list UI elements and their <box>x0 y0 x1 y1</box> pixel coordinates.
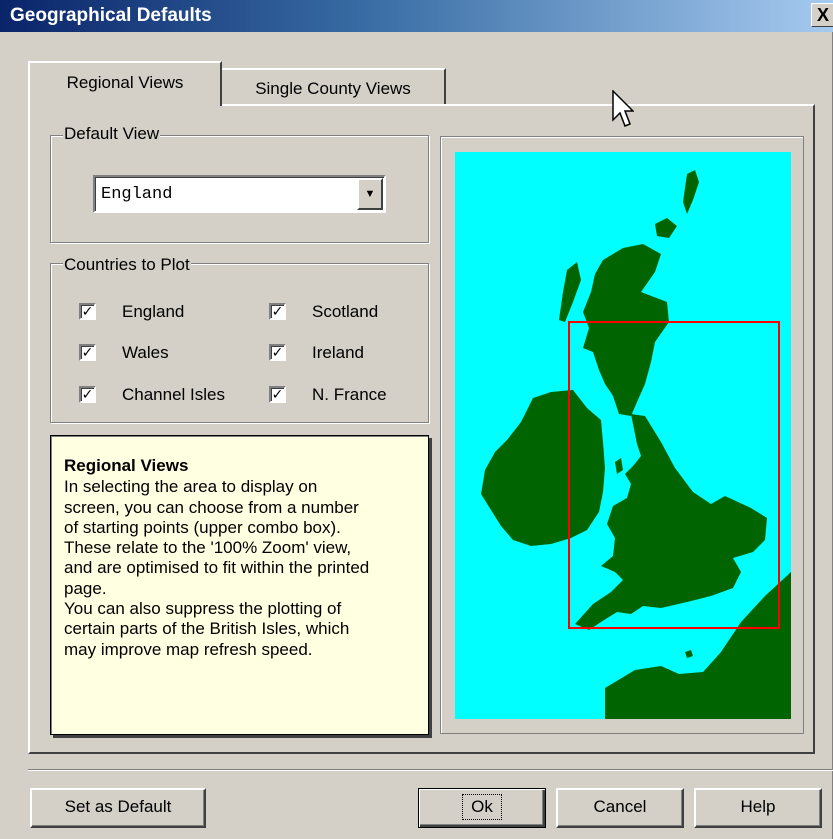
help-panel: Regional Views In selecting the area to … <box>50 435 429 735</box>
title-bar: Geographical Defaults X <box>0 0 833 32</box>
countries-group-label: Countries to Plot <box>63 255 191 274</box>
cancel-button[interactable]: Cancel <box>556 788 684 828</box>
checkbox-ireland[interactable]: ✓ <box>269 344 286 361</box>
close-button[interactable]: X <box>811 3 833 27</box>
help-line: These relate to the '100% Zoom' view, <box>64 538 352 558</box>
british-isles-map <box>481 170 791 719</box>
help-line: screen, you can choose from a number <box>64 497 359 517</box>
checkbox-label-england: England <box>122 302 185 321</box>
help-heading: Regional Views <box>64 456 189 475</box>
help-label: Help <box>740 797 776 816</box>
help-line: certain parts of the British Isles, whic… <box>64 619 350 639</box>
map-canvas[interactable] <box>455 152 791 719</box>
tab-single-county-views[interactable]: Single County Views <box>220 68 446 106</box>
channel-isles <box>685 650 693 658</box>
help-line: You can also suppress the plotting of <box>64 599 342 619</box>
dropdown-button[interactable]: ▼ <box>357 178 383 210</box>
button-separator <box>28 769 833 771</box>
ok-button[interactable]: Ok <box>418 788 546 828</box>
checkbox-label-wales: Wales <box>122 343 169 362</box>
ireland <box>481 390 605 546</box>
help-button[interactable]: Help <box>694 788 822 828</box>
checkbox-england[interactable]: ✓ <box>79 303 96 320</box>
help-line: of starting points (upper combo box). <box>64 517 341 537</box>
mouse-cursor-icon <box>612 89 635 135</box>
checkbox-label-channel-isles: Channel Isles <box>122 385 226 404</box>
shetland-islands <box>683 170 699 214</box>
help-line: may improve map refresh speed. <box>64 639 313 659</box>
checkbox-wales[interactable]: ✓ <box>79 344 96 361</box>
set-as-default-button[interactable]: Set as Default <box>30 788 206 828</box>
orkney-islands <box>655 218 677 238</box>
england-wales <box>575 414 767 630</box>
help-line: and are optimised to fit within the prin… <box>64 558 370 578</box>
isle-of-man <box>615 458 623 474</box>
help-line: page. <box>64 578 107 598</box>
checkbox-label-scotland: Scotland <box>312 302 379 321</box>
default-view-group-label: Default View <box>63 124 161 143</box>
checkbox-label-n-france: N. France <box>312 385 387 404</box>
help-line: In selecting the area to display on <box>64 477 318 497</box>
checkbox-label-ireland: Ireland <box>312 343 364 362</box>
set-as-default-label: Set as Default <box>64 797 172 816</box>
default-view-select[interactable]: England ▼ <box>93 175 386 213</box>
default-view-value: England <box>101 185 173 204</box>
scotland-mainland <box>583 244 669 416</box>
cancel-label: Cancel <box>593 797 647 816</box>
checkbox-channel-isles[interactable]: ✓ <box>79 386 96 403</box>
outer-hebrides <box>559 262 581 322</box>
checkbox-scotland[interactable]: ✓ <box>269 303 286 320</box>
chevron-down-icon: ▼ <box>364 188 376 200</box>
tab-regional-views[interactable]: Regional Views <box>28 61 222 106</box>
checkbox-n-france[interactable]: ✓ <box>269 386 286 403</box>
window-title: Geographical Defaults <box>10 5 212 26</box>
ok-label: Ok <box>462 794 502 820</box>
